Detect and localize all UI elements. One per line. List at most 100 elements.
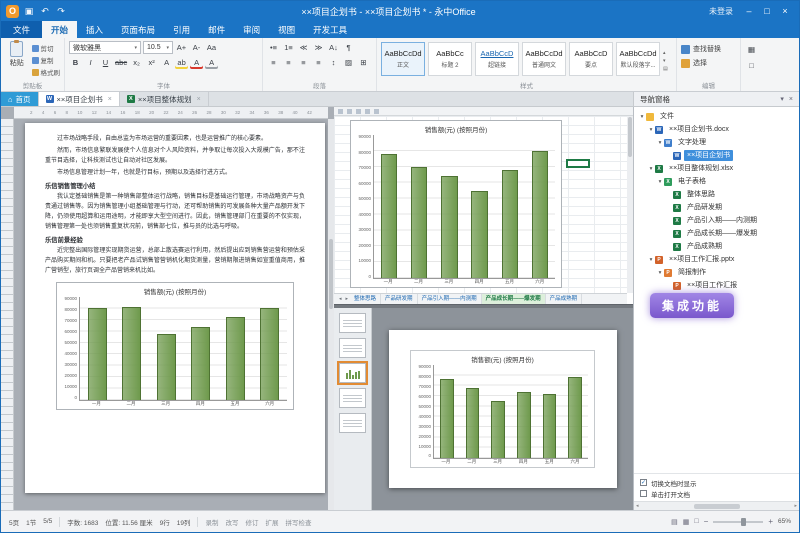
styles-gallery-arrow-2[interactable]: ▤ xyxy=(663,66,668,72)
sheet-tab-1[interactable]: 产品研发期 xyxy=(381,294,418,304)
redo-icon[interactable]: ↷ xyxy=(54,6,68,17)
scrollbar-thumb[interactable] xyxy=(694,504,740,509)
nav-tree-item-6[interactable]: X整体思路 xyxy=(636,188,797,201)
selected-cell[interactable] xyxy=(566,159,590,168)
collapse-arrow-icon[interactable]: ▾ xyxy=(647,166,655,172)
close-button[interactable]: × xyxy=(776,2,794,20)
zoom-slider-thumb[interactable] xyxy=(741,518,746,526)
nav-tree-item-3[interactable]: W××项目企划书 xyxy=(636,149,797,162)
nav-tree-item-0[interactable]: ▾文件 xyxy=(636,110,797,123)
increase-font-icon[interactable]: A+ xyxy=(175,41,188,54)
status-mode-toggle-0[interactable]: 录制 xyxy=(205,517,218,527)
decrease-font-icon[interactable]: A- xyxy=(190,41,203,54)
nav-tree-item-10[interactable]: X产品成熟期 xyxy=(636,240,797,253)
select-button[interactable]: 选择 xyxy=(681,58,736,68)
view-mode-icon-0[interactable]: ▤ xyxy=(671,518,678,526)
copy-button[interactable]: 复制 xyxy=(32,55,61,65)
save-icon[interactable]: ▣ xyxy=(22,6,36,17)
align-left-icon[interactable]: ≡ xyxy=(267,56,280,69)
shading-icon[interactable]: ▨ xyxy=(342,56,355,69)
doc-tab-0[interactable]: ⌂首页 xyxy=(1,92,39,106)
menu-tab-6[interactable]: 审阅 xyxy=(234,21,269,38)
vertical-ruler[interactable] xyxy=(1,119,14,510)
task-pane-icon[interactable]: ▦ xyxy=(745,43,758,56)
login-status[interactable]: 未登录 xyxy=(709,6,733,17)
zoom-slider[interactable] xyxy=(713,521,763,523)
style-card-5[interactable]: AaBbCcDd默认段落字... xyxy=(616,42,660,76)
checkbox-unchecked[interactable] xyxy=(640,490,647,497)
doc-tab-1[interactable]: W××项目企划书× xyxy=(39,92,120,106)
find-replace-button[interactable]: 查找替换 xyxy=(681,44,736,54)
presentation-pane[interactable]: 销售额(元) (按照月份)900008000070000600005000040… xyxy=(334,308,633,510)
decrease-indent-icon[interactable]: ≪ xyxy=(297,41,310,54)
collapse-arrow-icon[interactable]: ▾ xyxy=(656,140,664,146)
nav-tree-item-11[interactable]: ▾P××项目工作汇报.pptx xyxy=(636,253,797,266)
nav-option-0[interactable]: ✓切换文档时显示 xyxy=(640,477,793,488)
sheet-tab-4[interactable]: 产品成熟期 xyxy=(546,294,583,304)
document-chart[interactable]: 销售额(元) (按照月份)900008000070000600005000040… xyxy=(56,282,294,410)
view-mode-icon-2[interactable]: □ xyxy=(694,518,698,525)
align-right-icon[interactable]: ≡ xyxy=(297,56,310,69)
font-size-select[interactable]: 10.5▾ xyxy=(143,41,173,54)
nav-tree-item-2[interactable]: ▾W文字处理 xyxy=(636,136,797,149)
document-page[interactable]: 过市场战略手段，自由总监为市场运营的重要因素，也是运营推广的核心要素。然而，市场… xyxy=(25,123,325,493)
subscript-icon[interactable]: x₂ xyxy=(130,56,143,69)
numbering-icon[interactable]: 1≡ xyxy=(282,41,295,54)
minimize-button[interactable]: – xyxy=(740,2,758,20)
text-effects-icon[interactable]: A xyxy=(160,56,173,69)
strikethrough-icon[interactable]: abc xyxy=(114,56,128,69)
collapse-arrow-icon[interactable]: ▾ xyxy=(656,270,664,276)
zoom-out-button[interactable]: − xyxy=(704,517,709,526)
slide-chart[interactable]: 销售额(元) (按照月份)900008000070000600005000040… xyxy=(410,350,595,468)
status-doc-info-2[interactable]: 9行 xyxy=(160,517,170,527)
italic-icon[interactable]: I xyxy=(84,56,97,69)
cut-button[interactable]: 剪切 xyxy=(32,43,61,53)
word-document-pane[interactable]: 24681012141618202224262830323436384042 过… xyxy=(1,107,334,510)
status-page-info-2[interactable]: 5/5 xyxy=(43,518,52,525)
slide-thumbnail-3[interactable] xyxy=(339,388,366,408)
pointer-select-icon[interactable]: □ xyxy=(745,59,758,72)
spreadsheet-chart[interactable]: 销售额(元) (按照月份)900008000070000600005000040… xyxy=(350,120,562,288)
close-tab-icon[interactable]: × xyxy=(197,96,201,103)
superscript-icon[interactable]: x² xyxy=(145,56,158,69)
spreadsheet-pane[interactable]: 销售额(元) (按照月份)900008000070000600005000040… xyxy=(334,107,633,305)
status-mode-toggle-4[interactable]: 拼写检查 xyxy=(285,517,311,527)
status-page-info-0[interactable]: 5页 xyxy=(9,517,19,527)
nav-tree-item-8[interactable]: X产品引入期——内测期 xyxy=(636,214,797,227)
justify-icon[interactable]: ≡ xyxy=(312,56,325,69)
format-painter-button[interactable]: 格式刷 xyxy=(32,67,61,77)
paste-button[interactable]: 粘贴 xyxy=(5,41,29,80)
nav-dropdown-icon[interactable]: ▾ xyxy=(780,95,784,103)
slide-thumbnail-2[interactable] xyxy=(339,363,366,383)
bold-icon[interactable]: B xyxy=(69,56,82,69)
collapse-arrow-icon[interactable]: ▾ xyxy=(647,257,655,263)
font-color-icon[interactable]: A xyxy=(190,56,203,69)
style-card-3[interactable]: AaBbCcDd普通网文 xyxy=(522,42,566,76)
nav-scrollbar[interactable]: ◂▸ xyxy=(634,501,799,510)
styles-gallery-arrow-0[interactable]: ▴ xyxy=(663,50,668,56)
zoom-in-button[interactable]: + xyxy=(768,517,773,526)
style-card-1[interactable]: AaBbCc标题 2 xyxy=(428,42,472,76)
sheet-tab-3[interactable]: 产品成长期——爆发期 xyxy=(482,294,546,304)
menu-tab-7[interactable]: 视图 xyxy=(269,21,304,38)
status-doc-info-3[interactable]: 19列 xyxy=(177,517,191,527)
collapse-arrow-icon[interactable]: ▾ xyxy=(638,114,646,120)
view-mode-icon-1[interactable]: ▦ xyxy=(683,518,690,526)
nav-tree-item-13[interactable]: P××项目工作汇报 xyxy=(636,279,797,292)
increase-indent-icon[interactable]: ≫ xyxy=(312,41,325,54)
slide-thumbnail-4[interactable] xyxy=(339,413,366,433)
menu-tab-0[interactable]: 文件 xyxy=(1,21,42,38)
checkbox-checked[interactable]: ✓ xyxy=(640,479,647,486)
maximize-button[interactable]: □ xyxy=(758,2,776,20)
scroll-left-icon[interactable]: ◂ xyxy=(636,503,639,509)
status-doc-info-0[interactable]: 字数: 1683 xyxy=(67,517,98,527)
nav-tree-item-1[interactable]: ▾W××项目企划书.docx xyxy=(636,123,797,136)
status-mode-toggle-2[interactable]: 修订 xyxy=(245,517,258,527)
status-mode-toggle-1[interactable]: 改写 xyxy=(225,517,238,527)
scrollbar-thumb[interactable] xyxy=(329,239,333,309)
status-page-info-1[interactable]: 1节 xyxy=(26,517,36,527)
change-case-icon[interactable]: Aa xyxy=(205,41,218,54)
horizontal-ruler[interactable]: 24681012141618202224262830323436384042 xyxy=(14,107,328,119)
status-mode-toggle-3[interactable]: 扩展 xyxy=(265,517,278,527)
menu-tab-2[interactable]: 插入 xyxy=(77,21,112,38)
